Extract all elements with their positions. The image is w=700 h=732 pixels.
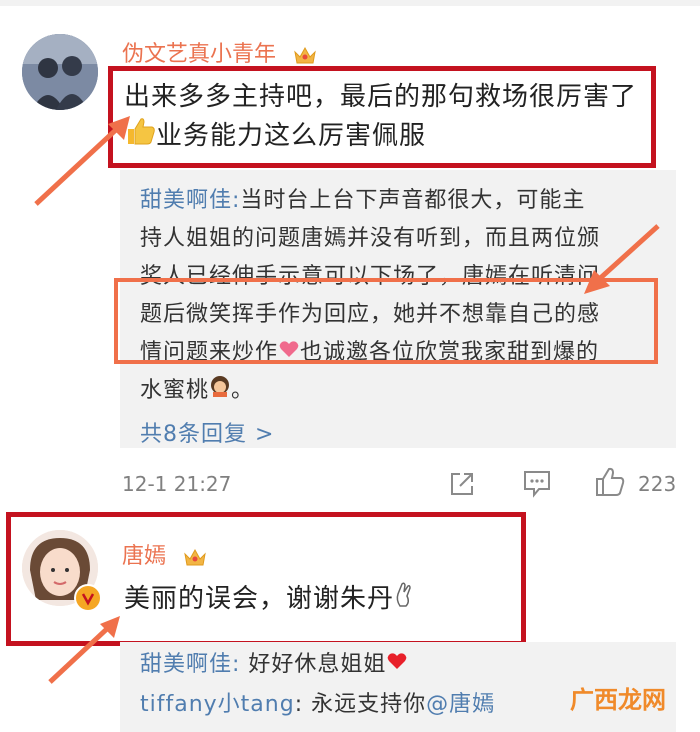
username[interactable]: 伪文艺真小青年	[122, 36, 317, 68]
reply-line: 当时台上台下声音都很大，可能主	[240, 188, 586, 213]
share-icon[interactable]	[448, 470, 476, 498]
mention-link[interactable]: @唐嫣	[426, 692, 495, 717]
heart-icon	[386, 646, 408, 684]
watermark-text: 广西龙网	[570, 686, 666, 714]
reply-author[interactable]: 甜美啊佳:	[140, 188, 240, 213]
watermark-logo: 广西龙网	[570, 680, 666, 715]
comment-icon[interactable]	[522, 468, 552, 498]
like-icon[interactable]	[594, 466, 626, 498]
girl-emoji-icon	[209, 372, 231, 410]
reply-line: 永远支持你	[311, 692, 427, 717]
username-text[interactable]: 伪文艺真小青年	[122, 42, 276, 67]
reply-line: 好好休息姐姐	[248, 652, 387, 677]
like-count: 223	[638, 472, 677, 496]
reply-line: 。	[231, 378, 255, 403]
reply-colon: :	[294, 692, 304, 717]
reply-line: 水蜜桃	[140, 378, 210, 403]
timestamp: 12-1 21:27	[122, 472, 232, 496]
more-replies-link[interactable]: 共8条回复	[140, 422, 247, 447]
reply-author[interactable]: 甜美啊佳:	[140, 652, 240, 677]
chevron-right-icon[interactable]: >	[255, 422, 274, 447]
reply-author[interactable]: tiffany小tang	[140, 692, 295, 717]
crown-badge-icon	[293, 44, 317, 66]
avatar[interactable]	[22, 34, 98, 110]
top-divider	[0, 0, 700, 6]
arrow-annotation-icon	[48, 616, 120, 684]
highlight-box	[108, 66, 656, 168]
arrow-annotation-icon	[584, 224, 660, 294]
